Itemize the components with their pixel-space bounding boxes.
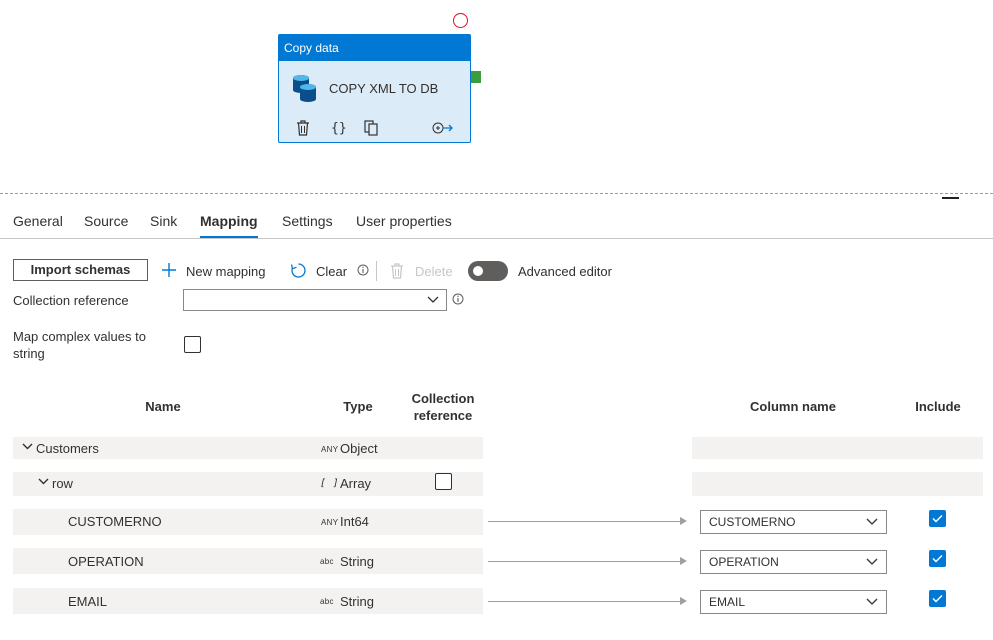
chevron-down-icon [866,518,878,526]
chevron-down-icon [866,598,878,606]
table-row-target [692,437,983,459]
info-icon[interactable] [357,264,369,276]
row-type: Int64 [340,514,369,529]
database-icon [291,73,319,103]
arrow-right-icon [680,597,687,605]
row-type: String [340,554,374,569]
collection-reference-label: Collection reference [13,293,129,308]
row-type: Object [340,441,378,456]
activity-type-label: Copy data [279,35,470,61]
column-name-select[interactable]: CUSTOMERNO [700,510,887,534]
tab-user-properties[interactable]: User properties [356,213,452,229]
chevron-down-icon[interactable] [38,478,49,486]
row-name: OPERATION [68,554,144,569]
column-name-value: EMAIL [709,595,746,609]
activity-name: COPY XML TO DB [329,81,439,96]
table-row-target [692,472,983,496]
column-name-select[interactable]: OPERATION [700,550,887,574]
plus-icon [161,262,177,278]
table-row [13,472,483,496]
include-checkbox[interactable] [929,550,946,567]
refresh-icon [290,262,307,279]
row-name: row [52,476,73,491]
map-complex-checkbox[interactable] [184,336,201,353]
advanced-editor-label: Advanced editor [518,264,612,279]
column-name-select[interactable]: EMAIL [700,590,887,614]
delete-button[interactable]: Delete [415,264,453,279]
import-schemas-button[interactable]: Import schemas [13,259,148,281]
checkmark-icon [932,554,943,563]
header-column-name: Column name [750,399,836,414]
activity-status-icon [453,13,468,28]
copy-icon[interactable] [364,120,379,136]
info-icon[interactable] [452,293,464,305]
delete-icon[interactable] [296,120,310,136]
row-type: String [340,594,374,609]
type-array-icon: [ ] [320,478,339,489]
toggle-knob [473,266,483,276]
tab-mapping[interactable]: Mapping [200,213,258,229]
chevron-down-icon [866,558,878,566]
mapping-line [488,561,681,562]
advanced-editor-toggle[interactable] [468,261,508,281]
mapping-line [488,601,681,602]
collection-reference-select[interactable] [183,289,447,311]
tab-sink[interactable]: Sink [150,213,177,229]
add-output-icon[interactable] [432,121,454,135]
arrow-right-icon [680,517,687,525]
type-any-icon: ANY [321,445,339,454]
tab-source[interactable]: Source [84,213,128,229]
chevron-down-icon [427,296,439,304]
trash-icon [390,263,404,279]
tab-settings[interactable]: Settings [282,213,333,229]
map-complex-label-line2: string [13,346,45,361]
arrow-right-icon [680,557,687,565]
active-tab-indicator [200,236,258,238]
header-include: Include [915,399,961,414]
panel-splitter[interactable] [0,193,993,194]
toolbar-separator [376,261,377,281]
collection-reference-checkbox[interactable] [435,473,452,490]
code-icon[interactable]: {} [330,119,346,135]
type-string-icon: abc [320,557,334,566]
row-name: CUSTOMERNO [68,514,162,529]
chevron-down-icon[interactable] [22,443,33,451]
type-string-icon: abc [320,597,334,606]
tabs-divider [0,238,993,239]
header-collection-ref-line2: reference [413,408,473,423]
header-type: Type [343,399,373,414]
tab-general[interactable]: General [13,213,63,229]
header-collection-ref-line1: Collection [411,391,475,406]
column-name-value: OPERATION [709,555,779,569]
mapping-line [488,521,681,522]
row-name: EMAIL [68,594,108,609]
include-checkbox[interactable] [929,590,946,607]
include-checkbox[interactable] [929,510,946,527]
clear-button[interactable]: Clear [316,264,347,279]
row-type: Array [340,476,372,491]
column-name-value: CUSTOMERNO [709,515,796,529]
map-complex-label-line1: Map complex values to [13,329,146,344]
checkmark-icon [932,514,943,523]
type-any-icon: ANY [321,518,339,527]
row-name: Customers [36,441,99,456]
new-mapping-button[interactable]: New mapping [186,264,266,279]
header-name: Name [145,399,181,414]
success-output-handle[interactable] [471,71,481,83]
svg-text:{}: {} [331,121,346,135]
checkmark-icon [932,594,943,603]
panel-collapse-handle[interactable] [942,197,959,199]
activity-card-copy-data[interactable]: Copy data COPY XML TO DB {} [278,34,471,143]
